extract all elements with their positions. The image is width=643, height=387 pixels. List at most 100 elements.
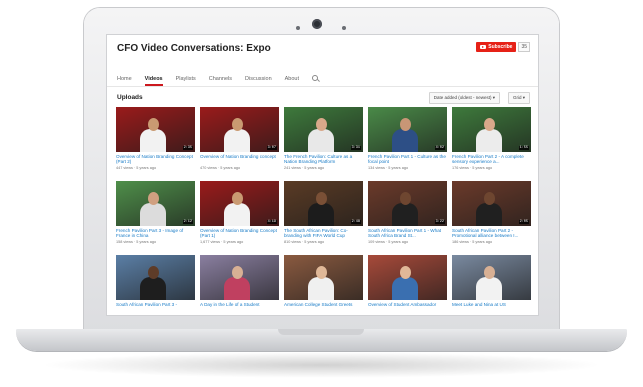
video-card[interactable]: 2:35 Overview of Nation Branding Concept … [116, 107, 195, 176]
video-meta: 158 views · 5 years ago [116, 240, 157, 244]
video-thumbnail[interactable]: 2:35 [116, 107, 195, 152]
channel-title: CFO Video Conversations: Expo [117, 43, 271, 54]
video-card[interactable]: 3:31 The French Pavilion: Culture as a Na… [284, 107, 363, 176]
webcam [312, 19, 322, 29]
video-duration: 4:02 [434, 146, 445, 150]
speaker-body [475, 203, 502, 226]
speaker-figure [223, 266, 250, 300]
video-thumbnail[interactable]: 2:12 [116, 181, 195, 226]
video-thumbnail[interactable]: 4:19 [200, 181, 279, 226]
speaker-body [391, 277, 418, 300]
video-card[interactable]: 1:55 French Pavilion Part 2 - A complete … [452, 107, 531, 176]
video-thumbnail[interactable] [368, 255, 447, 300]
subscribe-label: Subscribe [488, 44, 513, 50]
speaker-figure [307, 266, 334, 300]
video-card[interactable]: Overview of Student Ambassador [368, 255, 447, 315]
tab-discussion[interactable]: Discussion [245, 76, 272, 86]
video-title-link[interactable]: Overview of Nation Branding Concept (Par… [116, 154, 195, 165]
video-card[interactable]: 3:07 Overview of Nation Branding concept 4… [200, 107, 279, 176]
laptop-frame: CFO Video Conversations: Expo Subscribe … [0, 0, 643, 387]
video-title-link[interactable]: Overview of Nation Branding concept [200, 154, 279, 165]
video-thumbnail[interactable]: 2:48 [284, 181, 363, 226]
video-thumbnail[interactable] [284, 255, 363, 300]
video-thumbnail[interactable] [200, 255, 279, 300]
video-card[interactable]: A Day in the Life of a Student [200, 255, 279, 315]
video-duration: 3:22 [434, 220, 445, 224]
speaker-body [139, 203, 166, 226]
speaker-head [399, 118, 411, 131]
video-title-link[interactable]: South African Pavilion Part 2 - Promotio… [452, 228, 531, 239]
video-title-link[interactable]: American College Student Greets [284, 302, 363, 313]
video-thumbnail[interactable]: 1:55 [452, 107, 531, 152]
video-card[interactable]: 2:05 South African Pavilion Part 2 - Prom… [452, 181, 531, 250]
grid-view-dropdown[interactable]: Grid ▾ [507, 92, 530, 104]
search-icon[interactable] [312, 75, 318, 81]
video-thumbnail[interactable]: 3:22 [368, 181, 447, 226]
tab-home[interactable]: Home [117, 76, 132, 86]
uploads-bar: Uploads Date added (oldest - newest) ▾ G… [107, 87, 538, 109]
tab-videos[interactable]: Videos [144, 76, 163, 86]
video-title-link[interactable]: French Pavilion Part 1 - Culture as the … [368, 154, 447, 165]
speaker-body [391, 129, 418, 152]
youtube-play-icon [480, 45, 487, 49]
sensor-dot-left [296, 26, 300, 30]
speaker-figure [391, 192, 418, 226]
video-thumbnail[interactable]: 3:07 [200, 107, 279, 152]
video-card[interactable]: South African Pavilion Part 3 - [116, 255, 195, 315]
video-meta: 241 views · 5 years ago [284, 166, 325, 170]
video-card[interactable]: 2:12 French Pavilion Part 3 - Image of Fr… [116, 181, 195, 250]
speaker-body [475, 129, 502, 152]
video-title-link[interactable]: French Pavilion Part 3 - Image of France… [116, 228, 195, 239]
video-title-link[interactable]: Overview of Student Ambassador [368, 302, 447, 313]
video-title-link[interactable]: The French Pavilion: Culture as a Nation… [284, 154, 363, 165]
video-card[interactable]: Meet Luke and Nina at US [452, 255, 531, 315]
tab-playlists[interactable]: Playlists [176, 76, 196, 86]
video-thumbnail[interactable]: 4:02 [368, 107, 447, 152]
sort-dropdown[interactable]: Date added (oldest - newest) ▾ [428, 92, 500, 104]
video-title-link[interactable]: A Day in the Life of a Student [200, 302, 279, 313]
video-title-link[interactable]: The South African Pavilion: Co-branding … [284, 228, 363, 239]
video-thumbnail[interactable] [116, 255, 195, 300]
speaker-head [231, 118, 243, 131]
video-duration: 3:31 [350, 146, 361, 150]
speaker-head [399, 192, 411, 205]
tab-about[interactable]: About [285, 76, 299, 86]
video-title-link[interactable]: Overview of Nation Branding Concept (Par… [200, 228, 279, 239]
video-title-link[interactable]: Meet Luke and Nina at US [452, 302, 531, 313]
subscribe-button[interactable]: Subscribe [476, 42, 517, 52]
speaker-body [307, 203, 334, 226]
speaker-head [315, 192, 327, 205]
video-duration: 2:48 [350, 220, 361, 224]
speaker-head [315, 266, 327, 279]
video-title-link[interactable]: French Pavilion Part 2 - A complete sens… [452, 154, 531, 165]
video-meta: 810 views · 5 years ago [284, 240, 325, 244]
video-duration: 4:19 [266, 220, 277, 224]
video-duration: 3:07 [266, 146, 277, 150]
video-thumbnail[interactable]: 2:05 [452, 181, 531, 226]
speaker-figure [475, 118, 502, 152]
video-duration: 2:05 [518, 220, 529, 224]
speaker-body [223, 277, 250, 300]
speaker-figure [391, 266, 418, 300]
video-title-link[interactable]: South African Pavilion Part 1 - What Sou… [368, 228, 447, 239]
video-duration: 2:12 [182, 220, 193, 224]
video-duration: 1:55 [518, 146, 529, 150]
video-thumbnail[interactable]: 3:31 [284, 107, 363, 152]
video-title-link[interactable]: South African Pavilion Part 3 - [116, 302, 195, 313]
speaker-body [307, 277, 334, 300]
video-card[interactable]: 3:22 South African Pavilion Part 1 - What… [368, 181, 447, 250]
speaker-body [139, 129, 166, 152]
speaker-head [231, 192, 243, 205]
video-card[interactable]: 4:02 French Pavilion Part 1 - Culture as … [368, 107, 447, 176]
video-card[interactable]: American College Student Greets [284, 255, 363, 315]
video-card[interactable]: 4:19 Overview of Nation Branding Concept … [200, 181, 279, 250]
laptop-shadow [40, 352, 603, 378]
video-meta: 134 views · 5 years ago [368, 166, 409, 170]
video-thumbnail[interactable] [452, 255, 531, 300]
speaker-head [147, 192, 159, 205]
speaker-head [315, 118, 327, 131]
tab-channels[interactable]: Channels [209, 76, 232, 86]
speaker-figure [475, 192, 502, 226]
video-card[interactable]: 2:48 The South African Pavilion: Co-brand… [284, 181, 363, 250]
speaker-figure [223, 118, 250, 152]
